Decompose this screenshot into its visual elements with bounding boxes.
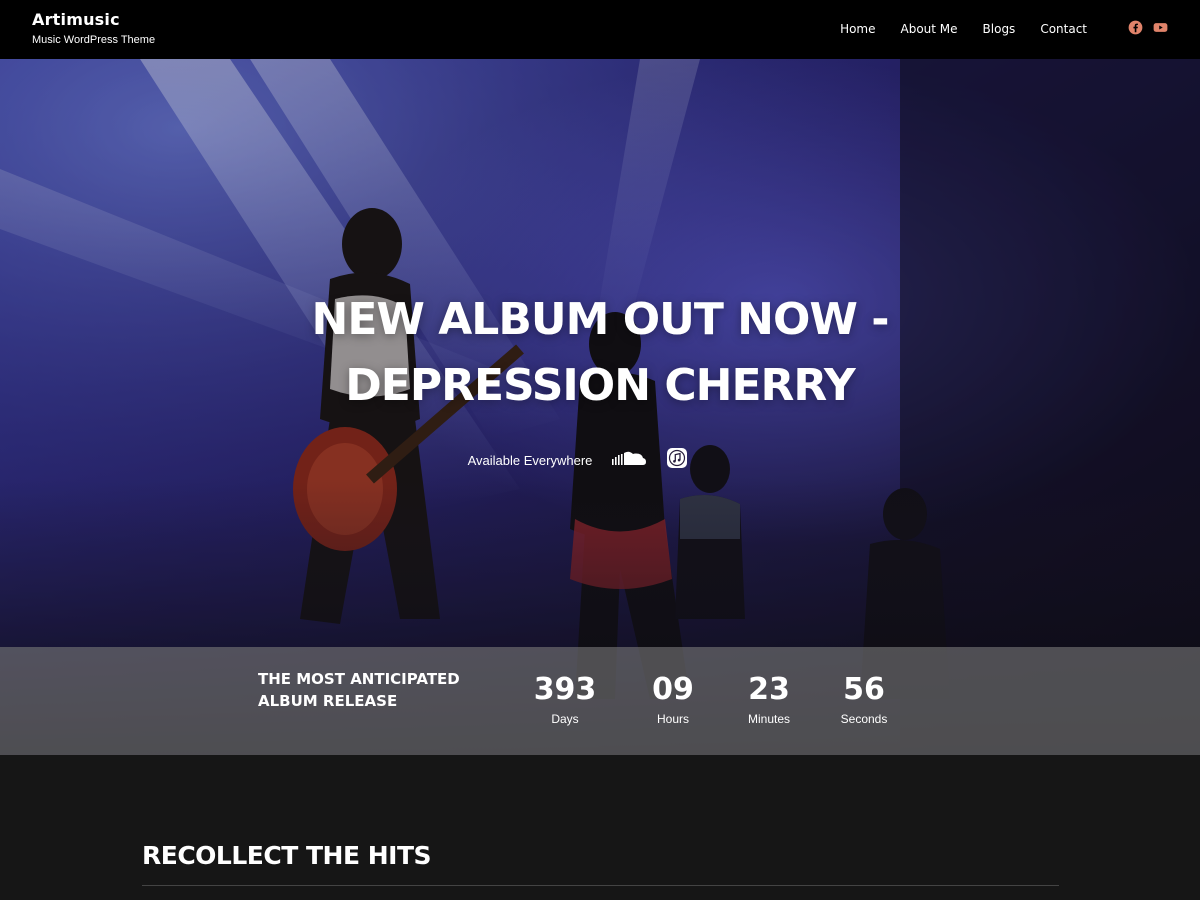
youtube-icon[interactable]: [1153, 20, 1168, 35]
countdown-seconds: 56 Seconds: [819, 671, 909, 726]
nav-home[interactable]: Home: [840, 22, 875, 36]
available-label: Available Everywhere: [467, 453, 593, 468]
countdown-minutes-value: 23: [748, 672, 790, 707]
countdown-bar: THE MOST ANTICIPATED ALBUM RELEASE 393 D…: [0, 647, 1200, 755]
countdown-seconds-value: 56: [843, 672, 885, 707]
countdown-days-label: Days: [551, 712, 579, 726]
itunes-icon[interactable]: [666, 447, 688, 474]
hits-title: RECOLLECT THE HITS: [142, 841, 432, 870]
site-tagline: Music WordPress Theme: [32, 34, 156, 46]
site-header: Artimusic Music WordPress Theme Home Abo…: [0, 0, 1200, 59]
countdown-heading: THE MOST ANTICIPATED ALBUM RELEASE: [258, 670, 460, 710]
countdown-hours-label: Hours: [656, 712, 689, 726]
site-title-link[interactable]: Artimusic: [32, 10, 155, 29]
hero-title-line-2: DEPRESSION CHERRY: [345, 360, 855, 411]
countdown-hours: 09 Hours: [628, 671, 718, 726]
nav-contact[interactable]: Contact: [1040, 22, 1087, 36]
facebook-icon[interactable]: [1128, 20, 1143, 35]
countdown-days-value: 393: [533, 672, 597, 707]
countdown-minutes-label: Minutes: [747, 712, 791, 726]
nav-about-me[interactable]: About Me: [901, 22, 958, 36]
countdown-minutes: 23 Minutes: [724, 671, 814, 726]
brand: Artimusic Music WordPress Theme: [32, 10, 155, 46]
available-everywhere-row: Available Everywhere: [0, 447, 1200, 474]
countdown-days: 393 Days: [520, 671, 610, 726]
countdown-seconds-label: Seconds: [840, 712, 888, 726]
main-nav: Home About Me Blogs Contact: [840, 22, 1087, 36]
hits-divider: [142, 885, 1059, 886]
nav-blogs[interactable]: Blogs: [983, 22, 1016, 36]
hero-title-line-1: NEW ALBUM OUT NOW -: [311, 294, 890, 345]
social-links: [1128, 20, 1168, 35]
hits-section: RECOLLECT THE HITS: [0, 755, 1200, 900]
hero-content: NEW ALBUM OUT NOW - DEPRESSION CHERRY Av…: [0, 287, 1200, 474]
soundcloud-icon[interactable]: [612, 450, 647, 471]
hero-title: NEW ALBUM OUT NOW - DEPRESSION CHERRY: [0, 287, 1200, 419]
countdown-hours-value: 09: [652, 672, 694, 707]
